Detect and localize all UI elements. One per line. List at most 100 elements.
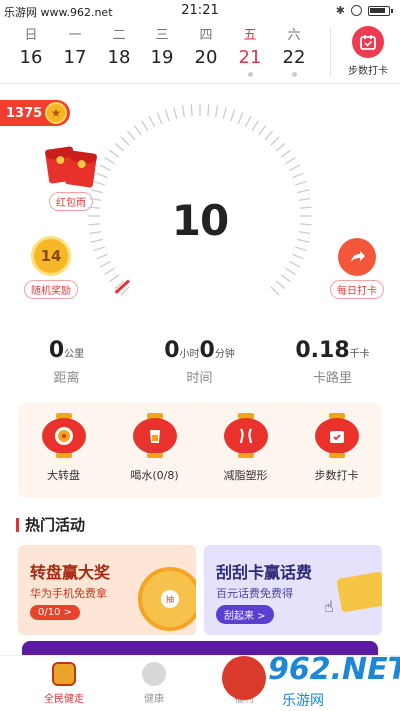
feature-card: 大转盘 喝水(0/8) 减脂塑形 步数打卡 bbox=[18, 403, 382, 498]
gauge-tick bbox=[292, 172, 304, 179]
step-checkin-feature-button[interactable]: 步数打卡 bbox=[291, 413, 382, 483]
gauge-tick bbox=[294, 180, 307, 186]
lantern-wheel-icon bbox=[39, 413, 89, 461]
calorie-unit: 千卡 bbox=[349, 349, 370, 360]
day-tue[interactable]: 二 18 bbox=[99, 24, 139, 68]
day-thu[interactable]: 四 20 bbox=[186, 24, 226, 68]
date-number: 19 bbox=[150, 47, 174, 68]
gauge-tick bbox=[294, 246, 307, 252]
gauge-tick bbox=[275, 142, 286, 152]
weekday-label: 六 bbox=[287, 28, 301, 43]
feature-label: 步数打卡 bbox=[314, 469, 359, 482]
gauge-tick bbox=[93, 246, 106, 252]
health-tab-icon bbox=[142, 662, 166, 686]
pointer-hand-icon: ☝ bbox=[324, 597, 334, 616]
day-sun[interactable]: 日 16 bbox=[11, 24, 51, 68]
minutes-value: 0 bbox=[199, 338, 215, 363]
star-coin-icon: ★ bbox=[45, 102, 67, 124]
feature-label: 喝水(0/8) bbox=[130, 469, 179, 482]
gauge-tick bbox=[270, 286, 280, 296]
weekday-label: 五 bbox=[243, 28, 257, 43]
gauge-tick bbox=[96, 172, 108, 179]
distance-stat: 0公里 距离 bbox=[0, 338, 133, 386]
activity-progress-button[interactable]: 0/10 > bbox=[30, 605, 81, 620]
gauge-tick bbox=[190, 104, 193, 117]
gauge-tick bbox=[109, 274, 120, 283]
activity-subtitle: 百元话费免费得 bbox=[216, 587, 293, 600]
activity-title: 转盘赢大奖 bbox=[30, 563, 111, 582]
scratch-button[interactable]: 刮起来 > bbox=[216, 605, 274, 624]
tab-walk[interactable]: 全民健走 bbox=[24, 662, 104, 705]
heading-accent-bar bbox=[16, 517, 19, 532]
alarm-icon bbox=[351, 5, 362, 16]
gauge-tick bbox=[133, 125, 142, 136]
gauge-tick bbox=[207, 104, 210, 117]
step-checkin-button[interactable]: 步数打卡 bbox=[343, 26, 393, 77]
activity-subtitle: 华为手机免费拿 bbox=[30, 587, 107, 600]
wheel-button[interactable]: 大转盘 bbox=[18, 413, 109, 483]
bluetooth-icon: ✱ bbox=[335, 4, 345, 17]
lantern-body-icon bbox=[221, 413, 271, 461]
date-number: 22 bbox=[282, 47, 306, 68]
battery-icon bbox=[368, 5, 393, 16]
scratch-card-activity-card[interactable]: 刮刮卡赢话费 百元话费免费得 刮起来 > ☝ bbox=[204, 545, 382, 635]
hours-value: 0 bbox=[164, 338, 180, 363]
gauge-tick bbox=[104, 156, 116, 165]
watermark-logo-icon bbox=[222, 656, 266, 700]
distance-unit: 公里 bbox=[64, 349, 85, 360]
gauge-tick bbox=[280, 149, 291, 158]
gauge-tick bbox=[230, 109, 236, 122]
spin-wheel-activity-card[interactable]: 转盘赢大奖 华为手机免费拿 0/10 > 抽 bbox=[18, 545, 196, 635]
day-mon[interactable]: 一 17 bbox=[55, 24, 95, 68]
day-wed[interactable]: 三 19 bbox=[142, 24, 182, 68]
date-number: 20 bbox=[194, 47, 218, 68]
date-number: 17 bbox=[63, 47, 87, 68]
gauge-tick bbox=[173, 106, 178, 119]
gauge-tick bbox=[93, 180, 106, 186]
coin-balance[interactable]: 1375 ★ bbox=[0, 100, 70, 126]
lantern-calendar-icon bbox=[312, 413, 362, 461]
activity-title: 刮刮卡赢话费 bbox=[216, 563, 313, 582]
daily-checkin-button[interactable]: 每日打卡 bbox=[324, 238, 390, 299]
distance-value: 0 bbox=[48, 338, 65, 363]
watermark-name: 乐游网 bbox=[282, 693, 324, 709]
gauge-tick bbox=[109, 149, 120, 158]
drink-water-button[interactable]: 喝水(0/8) bbox=[109, 413, 200, 483]
day-fri[interactable]: 五 21 bbox=[230, 24, 270, 77]
time-stat: 0小时0分钟 时间 bbox=[133, 338, 266, 386]
weekday-label: 二 bbox=[112, 28, 126, 43]
divider bbox=[330, 28, 331, 76]
prize-wheel-icon: 抽 bbox=[138, 567, 196, 631]
hot-activities-heading: 热门活动 bbox=[16, 514, 85, 535]
gauge-tick bbox=[264, 130, 274, 141]
gauge-tick bbox=[114, 142, 125, 152]
gauge-tick bbox=[297, 189, 310, 194]
lantern-cup-icon bbox=[130, 413, 180, 461]
gauge-tick bbox=[164, 109, 170, 122]
daily-checkin-label: 每日打卡 bbox=[330, 280, 384, 299]
weekday-label: 日 bbox=[24, 28, 38, 43]
random-reward-button[interactable]: 14 随机奖励 bbox=[18, 236, 84, 299]
gauge-tick bbox=[270, 136, 280, 146]
gauge-tick bbox=[222, 106, 227, 119]
day-sat[interactable]: 六 22 bbox=[274, 24, 314, 77]
date-number: 18 bbox=[107, 47, 131, 68]
scratch-card-icon bbox=[336, 571, 382, 613]
status-icons: ✱ bbox=[335, 4, 393, 17]
day-dot bbox=[291, 72, 297, 77]
stats-row: 0公里 距离 0小时0分钟 时间 0.18千卡 卡路里 bbox=[0, 338, 400, 398]
step-count: 10 bbox=[171, 196, 229, 245]
distance-label: 距离 bbox=[53, 371, 80, 386]
tab-health[interactable]: 健康 bbox=[114, 662, 194, 705]
tab-label: 全民健走 bbox=[44, 694, 84, 705]
time-label: 时间 bbox=[186, 371, 213, 386]
date-number: 21 bbox=[238, 47, 262, 68]
step-checkin-label: 步数打卡 bbox=[348, 66, 388, 77]
gauge-tick bbox=[284, 267, 296, 276]
feature-label: 减脂塑形 bbox=[223, 469, 268, 482]
gauge-tick bbox=[104, 267, 116, 276]
gauge-tick bbox=[237, 112, 244, 124]
fat-loss-button[interactable]: 减脂塑形 bbox=[200, 413, 291, 483]
week-strip: 日 16 一 17 二 18 三 19 四 20 五 21 六 22 步数打卡 bbox=[0, 22, 400, 84]
calorie-stat: 0.18千卡 卡路里 bbox=[266, 338, 399, 386]
